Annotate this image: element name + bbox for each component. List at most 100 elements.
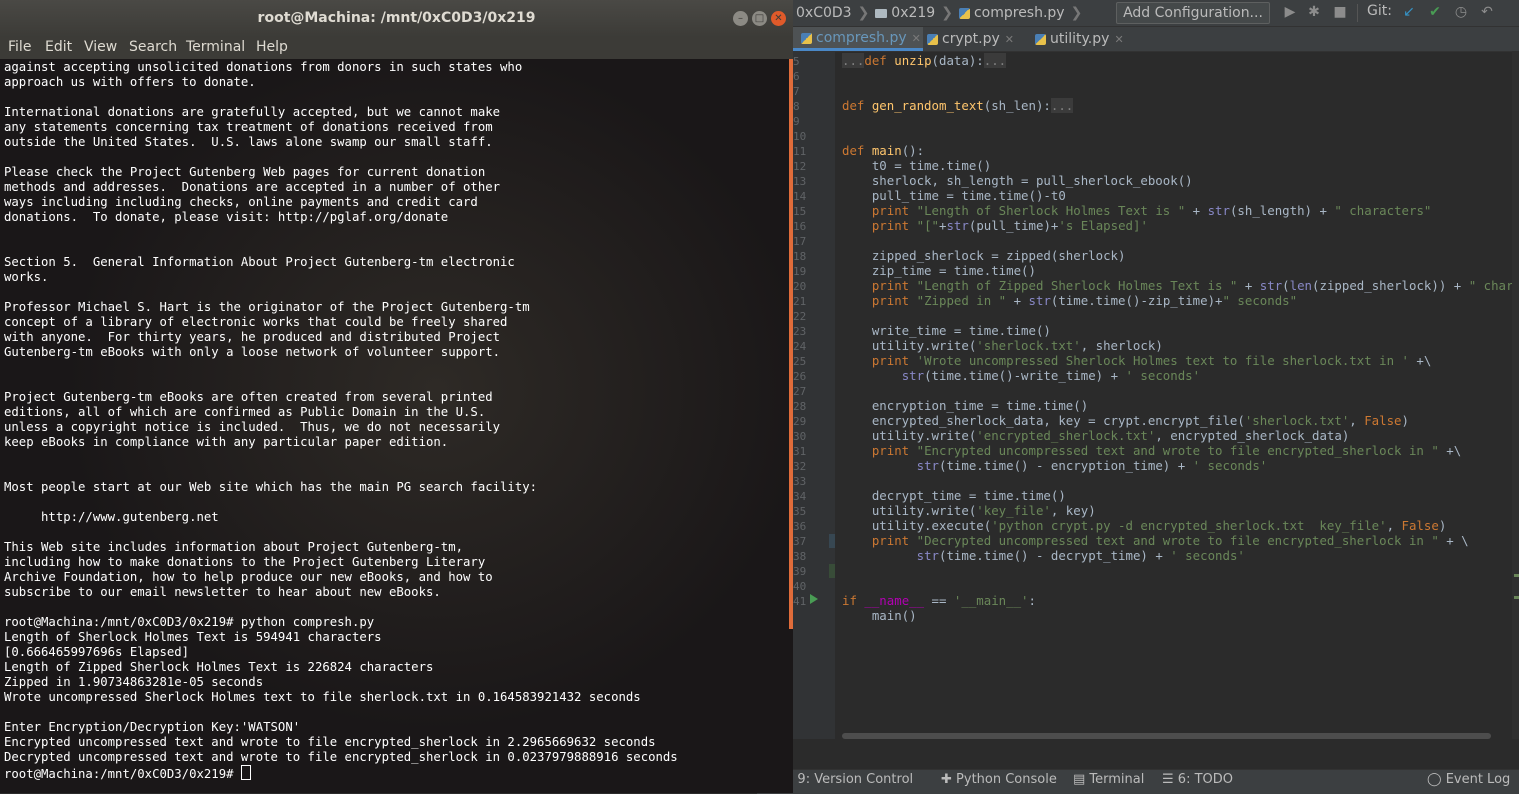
terminal-scrollbar[interactable] xyxy=(789,59,793,629)
terminal-line: donations. To donate, please visit: http… xyxy=(4,210,449,224)
terminal-line: Professor Michael S. Hart is the origina… xyxy=(4,300,530,314)
editor-vertical-scrollbar[interactable] xyxy=(1512,51,1519,739)
menu-edit[interactable]: Edit xyxy=(45,39,72,55)
code-token: +\ xyxy=(1408,353,1432,368)
run-icon[interactable]: ▶ xyxy=(1282,4,1298,20)
menu-file[interactable]: File xyxy=(8,39,31,55)
line-number: 12 xyxy=(793,160,807,173)
terminal-line: subscribe to our email newsletter to hea… xyxy=(4,585,441,599)
event-log-button[interactable]: ◯ Event Log xyxy=(1427,772,1510,787)
line-number: 21 xyxy=(793,295,807,308)
code-token: "Decrypted uncompressed text and wrote t… xyxy=(916,533,1439,548)
terminal-line: Most people start at our Web site which … xyxy=(4,480,538,494)
terminal-window: root@Machina: /mnt/0xC0D3/0x219 – □ ✕ Fi… xyxy=(0,0,793,793)
tab-utility[interactable]: utility.py ✕ xyxy=(1027,27,1139,51)
line-number: 34 xyxy=(793,490,807,503)
line-number: 33 xyxy=(793,475,807,488)
line-number: 25 xyxy=(793,355,807,368)
breadcrumb-file[interactable]: compresh.py xyxy=(958,5,1065,21)
close-icon[interactable]: ✕ xyxy=(1114,33,1123,46)
line-number: 17 xyxy=(793,235,807,248)
code-token: sherlock, sh_length = pull_sherlock_eboo… xyxy=(842,173,1193,188)
terminal-cursor xyxy=(240,765,251,780)
tab-compresh[interactable]: compresh.py ✕ xyxy=(793,27,923,51)
terminal-line: Encrypted uncompressed text and wrote to… xyxy=(4,735,656,749)
code-token: str xyxy=(946,218,969,233)
code-token: str xyxy=(1207,203,1230,218)
git-update-icon[interactable]: ↙ xyxy=(1401,4,1417,20)
breadcrumb-project[interactable]: 0xC0D3 xyxy=(796,5,852,21)
breadcrumb-folder[interactable]: 0x219 xyxy=(875,5,935,21)
breadcrumb: 0xC0D3 ❯ 0x219 ❯ compresh.py ❯ xyxy=(796,0,1082,26)
close-icon[interactable]: ✕ xyxy=(771,11,786,26)
code-line: utility.write('encrypted_sherlock.txt', … xyxy=(842,428,1519,443)
version-control-button[interactable]: ▣ 9: Version Control xyxy=(781,772,913,787)
code-token: utility.write( xyxy=(842,338,977,353)
maximize-icon[interactable]: □ xyxy=(752,11,767,26)
code-token: : xyxy=(1028,593,1036,608)
code-token: (time.time() - decrypt_time) + xyxy=(939,548,1171,563)
menu-terminal[interactable]: Terminal xyxy=(186,39,245,55)
close-icon[interactable]: ✕ xyxy=(1005,33,1014,46)
minimize-icon[interactable]: – xyxy=(733,11,748,26)
code-token: main xyxy=(871,143,902,158)
menu-view[interactable]: View xyxy=(84,39,117,55)
code-line: str(time.time()-write_time) + ' seconds' xyxy=(842,368,1519,383)
python-console-icon: ✚ xyxy=(941,772,957,787)
code-line: print "Zipped in " + str(time.time()-zip… xyxy=(842,293,1519,308)
menu-help[interactable]: Help xyxy=(256,39,288,55)
line-number: 5 xyxy=(793,55,800,68)
code-token: print xyxy=(842,293,917,308)
history-icon[interactable]: ◷ xyxy=(1453,4,1469,20)
todo-button[interactable]: ☰ 6: TODO xyxy=(1162,772,1233,787)
line-number: 30 xyxy=(793,430,807,443)
code-token: '__main__' xyxy=(953,593,1029,608)
line-number: 8 xyxy=(793,100,800,113)
code-editor[interactable]: ...def unzip(data):... def gen_random_tex… xyxy=(842,53,1519,623)
stop-icon[interactable]: ■ xyxy=(1332,4,1348,20)
terminal-line: This Web site includes information about… xyxy=(4,540,464,554)
add-configuration-button[interactable]: Add Configuration... xyxy=(1116,2,1270,24)
python-console-button[interactable]: ✚ Python Console xyxy=(941,772,1057,787)
line-number: 28 xyxy=(793,400,807,413)
breadcrumb-separator: ❯ xyxy=(1070,5,1083,21)
editor-horizontal-scrollbar[interactable] xyxy=(842,733,1491,739)
code-line: write_time = time.time() xyxy=(842,323,1519,338)
code-token: if xyxy=(842,593,865,608)
code-line: sherlock, sh_length = pull_sherlock_eboo… xyxy=(842,173,1519,188)
code-token: def xyxy=(842,143,872,158)
menu-search[interactable]: Search xyxy=(129,39,177,55)
code-token: 's Elapsed]' xyxy=(1058,218,1148,233)
code-line: print "Decrypted uncompressed text and w… xyxy=(842,533,1519,548)
code-line: pull_time = time.time()-t0 xyxy=(842,188,1519,203)
terminal-button[interactable]: ▤ Terminal xyxy=(1073,772,1144,787)
code-token: (data): xyxy=(931,53,984,68)
code-token: ' seconds' xyxy=(1192,458,1268,473)
terminal-prompt-line[interactable]: root@Machina:/mnt/0xC0D3/0x219# xyxy=(4,765,678,781)
line-number: 10 xyxy=(793,130,807,143)
code-line: str(time.time() - decrypt_time) + ' seco… xyxy=(842,548,1519,563)
code-line: decrypt_time = time.time() xyxy=(842,488,1519,503)
scroll-marker xyxy=(1514,596,1519,599)
code-token: ... xyxy=(1050,98,1074,113)
line-number: 36 xyxy=(793,520,807,533)
code-token: + xyxy=(1237,278,1260,293)
code-token: , xyxy=(1386,518,1402,533)
code-token: "[" xyxy=(916,218,939,233)
terminal-output[interactable]: against accepting unsolicited donations … xyxy=(0,59,793,793)
terminal-title-bar[interactable]: root@Machina: /mnt/0xC0D3/0x219 – □ ✕ xyxy=(0,0,793,37)
git-commit-icon[interactable]: ✔ xyxy=(1427,4,1443,20)
terminal-line: keep eBooks in compliance with any parti… xyxy=(4,435,449,449)
tab-crypt[interactable]: crypt.py ✕ xyxy=(919,27,1031,51)
debug-icon[interactable]: ✱ xyxy=(1306,4,1322,20)
terminal-line: against accepting unsolicited donations … xyxy=(4,60,523,74)
code-line: encryption_time = time.time() xyxy=(842,398,1519,413)
rollback-icon[interactable]: ↶ xyxy=(1479,4,1495,20)
run-main-icon[interactable] xyxy=(810,594,818,604)
